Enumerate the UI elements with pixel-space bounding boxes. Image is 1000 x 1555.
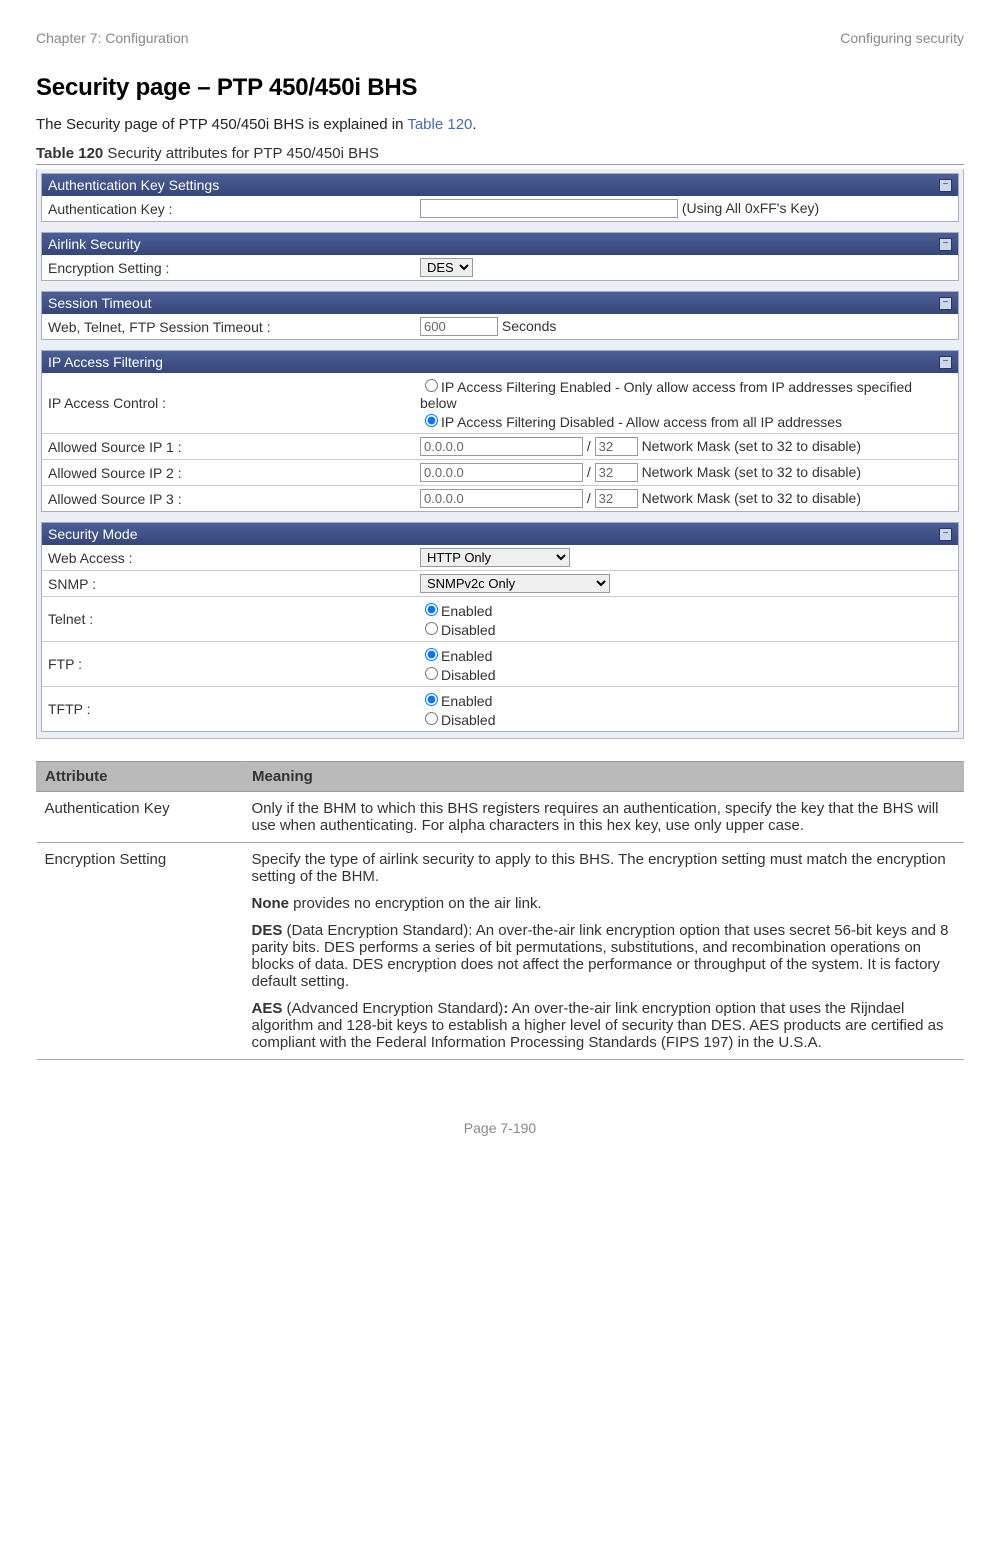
intro-suffix: . (472, 116, 476, 133)
src-ip3-label: Allowed Source IP 3 : (42, 486, 414, 512)
ip-filter-enabled-option: IP Access Filtering Enabled - Only allow… (420, 376, 952, 411)
table-link[interactable]: Table 120 (407, 116, 472, 133)
panel-title-auth: Authentication Key Settings (48, 177, 219, 193)
encryption-select[interactable]: DES (420, 258, 473, 277)
panel-auth-key: Authentication Key Settings − Authentica… (41, 173, 959, 222)
panel-header-secmode: Security Mode − (42, 523, 958, 545)
snmp-select[interactable]: SNMPv2c Only (420, 574, 610, 593)
caption-bold: Table 120 (36, 145, 103, 162)
section-title: Security page – PTP 450/450i BHS (36, 74, 964, 102)
ftp-label: FTP : (42, 642, 414, 687)
src-ip2-note: Network Mask (set to 32 to disable) (642, 464, 861, 480)
collapse-icon[interactable]: − (939, 238, 952, 251)
src-ip3-note: Network Mask (set to 32 to disable) (642, 490, 861, 506)
attr-meaning: Only if the BHM to which this BHS regist… (244, 792, 964, 843)
src-ip1-input[interactable] (420, 437, 583, 456)
auth-key-label: Authentication Key : (42, 196, 414, 221)
src-ip2-mask[interactable] (595, 463, 638, 482)
panel-header-ipfilter: IP Access Filtering − (42, 351, 958, 373)
panel-title-secmode: Security Mode (48, 526, 137, 542)
src-ip1-label: Allowed Source IP 1 : (42, 434, 414, 460)
page-header: Chapter 7: Configuration Configuring sec… (36, 30, 964, 46)
table-row: Authentication Key Only if the BHM to wh… (37, 792, 964, 843)
collapse-icon[interactable]: − (939, 179, 952, 192)
attr-col-attribute: Attribute (37, 762, 244, 792)
panel-title-session: Session Timeout (48, 295, 152, 311)
attribute-table: Attribute Meaning Authentication Key Onl… (36, 761, 964, 1060)
src-ip3-mask[interactable] (595, 489, 638, 508)
encryption-label: Encryption Setting : (42, 255, 414, 280)
web-access-label: Web Access : (42, 545, 414, 571)
session-timeout-label: Web, Telnet, FTP Session Timeout : (42, 314, 414, 339)
ftp-disabled-radio[interactable] (425, 667, 438, 680)
attr-meaning: Specify the type of airlink security to … (244, 843, 964, 1060)
header-right: Configuring security (840, 30, 964, 46)
ip-access-control-label: IP Access Control : (42, 373, 414, 434)
src-ip1-note: Network Mask (set to 32 to disable) (642, 438, 861, 454)
telnet-enabled-radio[interactable] (425, 603, 438, 616)
panel-title-ipfilter: IP Access Filtering (48, 354, 163, 370)
intro-paragraph: The Security page of PTP 450/450i BHS is… (36, 116, 964, 133)
collapse-icon[interactable]: − (939, 528, 952, 541)
snmp-label: SNMP : (42, 571, 414, 597)
collapse-icon[interactable]: − (939, 297, 952, 310)
web-access-select[interactable]: HTTP Only (420, 548, 570, 567)
panel-header-session: Session Timeout − (42, 292, 958, 314)
ip-filter-disabled-radio[interactable] (425, 414, 438, 427)
attr-col-meaning: Meaning (244, 762, 964, 792)
telnet-disabled-radio[interactable] (425, 622, 438, 635)
panel-security-mode: Security Mode − Web Access : HTTP Only S… (41, 522, 959, 732)
config-screenshot: Authentication Key Settings − Authentica… (36, 169, 964, 739)
ip-filter-disabled-option: IP Access Filtering Disabled - Allow acc… (420, 411, 952, 430)
intro-prefix: The Security page of PTP 450/450i BHS is… (36, 116, 407, 133)
src-ip2-input[interactable] (420, 463, 583, 482)
auth-key-cell: (Using All 0xFF's Key) (414, 196, 958, 221)
attr-name: Encryption Setting (37, 843, 244, 1060)
ip-filter-enabled-radio[interactable] (425, 379, 438, 392)
panel-airlink: Airlink Security − Encryption Setting : … (41, 232, 959, 281)
src-ip1-mask[interactable] (595, 437, 638, 456)
session-timeout-input[interactable] (420, 317, 498, 336)
table-caption: Table 120 Security attributes for PTP 45… (36, 145, 964, 165)
caption-rest: Security attributes for PTP 450/450i BHS (103, 145, 379, 162)
attr-name: Authentication Key (37, 792, 244, 843)
panel-header-auth: Authentication Key Settings − (42, 174, 958, 196)
tftp-enabled-radio[interactable] (425, 693, 438, 706)
table-row: Encryption Setting Specify the type of a… (37, 843, 964, 1060)
src-ip3-input[interactable] (420, 489, 583, 508)
page-footer: Page 7-190 (36, 1120, 964, 1136)
auth-key-input[interactable] (420, 199, 678, 218)
panel-session: Session Timeout − Web, Telnet, FTP Sessi… (41, 291, 959, 340)
telnet-label: Telnet : (42, 597, 414, 642)
collapse-icon[interactable]: − (939, 356, 952, 369)
panel-title-airlink: Airlink Security (48, 236, 141, 252)
session-timeout-unit: Seconds (502, 318, 556, 334)
tftp-label: TFTP : (42, 687, 414, 732)
panel-header-airlink: Airlink Security − (42, 233, 958, 255)
ftp-enabled-radio[interactable] (425, 648, 438, 661)
panel-ip-filter: IP Access Filtering − IP Access Control … (41, 350, 959, 512)
auth-key-note: (Using All 0xFF's Key) (682, 200, 819, 216)
header-left: Chapter 7: Configuration (36, 30, 189, 46)
src-ip2-label: Allowed Source IP 2 : (42, 460, 414, 486)
tftp-disabled-radio[interactable] (425, 712, 438, 725)
